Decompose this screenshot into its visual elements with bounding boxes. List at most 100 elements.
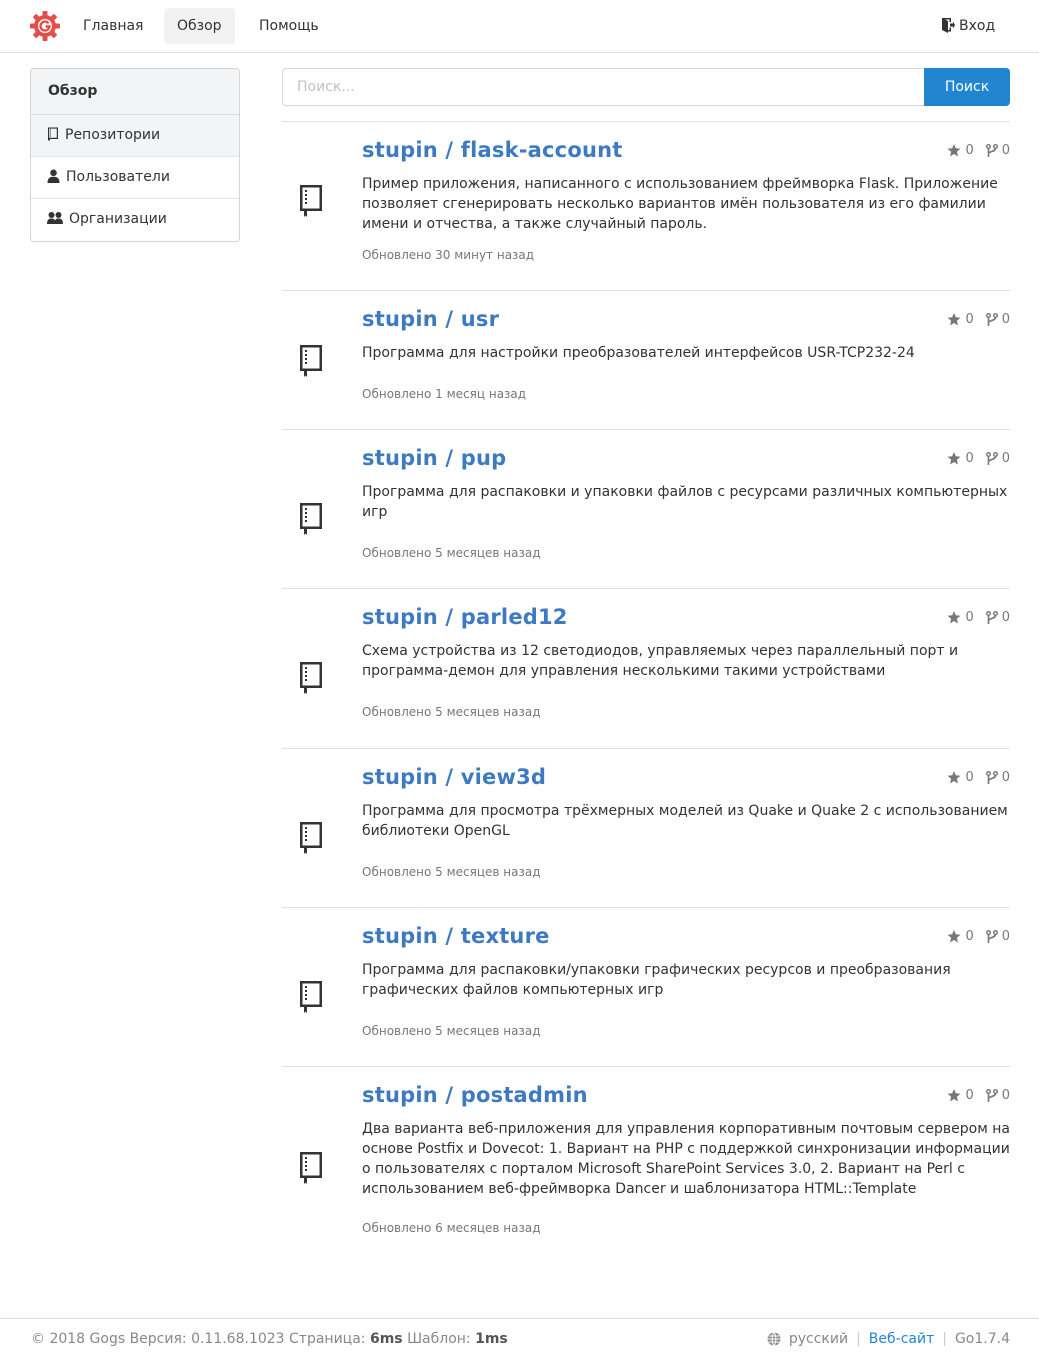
repo-forks: 0: [985, 143, 1010, 158]
footer-page-time: 6ms: [369, 1331, 403, 1347]
repo-name-link[interactable]: stupin / pup: [362, 446, 506, 470]
repo-description: Программа для распаковки/упаковки графич…: [362, 962, 951, 998]
repo-stats: 00: [947, 451, 1010, 466]
repo-list-item: stupin / texture 0 0 Программа для распаков…: [282, 907, 1010, 1066]
repo-list-item: stupin / flask-account 0 0 Пример приложени…: [282, 121, 1010, 290]
repo-stars: 0: [947, 929, 974, 944]
repo-stats: 00: [947, 1088, 1010, 1103]
repo-forks: 0: [985, 1088, 1010, 1103]
repo-list-item: stupin / usr 0 0 Программа для настройки пр…: [282, 290, 1010, 429]
nav-signin-label: Вход: [959, 18, 996, 34]
fork-icon: [985, 929, 998, 943]
language-selector[interactable]: русский: [789, 1331, 848, 1347]
repo-stars: 0: [947, 312, 974, 327]
star-icon: [947, 144, 961, 157]
footer-divider: |: [942, 1331, 947, 1347]
repo-forks: 0: [985, 451, 1010, 466]
repo-stats: 00: [947, 929, 1010, 944]
star-count: 0: [965, 1088, 974, 1103]
repo-description: Схема устройства из 12 светодиодов, упра…: [362, 643, 959, 679]
star-icon: [947, 771, 961, 784]
fork-count: 0: [1001, 451, 1010, 466]
repo-list-item: stupin / postadmin 0 0 Два варианта веб-при…: [282, 1066, 1010, 1242]
fork-count: 0: [1001, 312, 1010, 327]
star-count: 0: [965, 451, 974, 466]
sidebar-item-label: Пользователи: [66, 169, 170, 185]
fork-icon: [985, 451, 998, 465]
footer-copyright: © 2018 Gogs Версия: 0.11.68.1023 Страниц…: [31, 1331, 370, 1347]
repo-book-icon: [300, 662, 322, 694]
repo-forks: 0: [985, 770, 1010, 785]
nav-signin-link[interactable]: Вход: [928, 8, 1008, 44]
repo-forks: 0: [985, 610, 1010, 625]
fork-icon: [985, 610, 998, 624]
repo-name-link[interactable]: stupin / flask-account: [362, 138, 622, 162]
explore-sidebar: Обзор Репозитории Пользователи Организац…: [30, 68, 240, 242]
repo-list-item: stupin / parled12 0 0 Схема устройства из 1…: [282, 588, 1010, 748]
star-icon: [947, 611, 961, 624]
star-icon: [947, 1089, 961, 1102]
nav-home-link[interactable]: Главная: [70, 8, 156, 44]
fork-icon: [985, 143, 998, 157]
repo-name-link[interactable]: stupin / usr: [362, 307, 499, 331]
search-button[interactable]: Поиск: [924, 68, 1010, 106]
repo-forks: 0: [985, 929, 1010, 944]
repo-list-item: stupin / view3d 0 0 Программа для просмотра…: [282, 748, 1010, 907]
fork-count: 0: [1001, 143, 1010, 158]
sidebar-item-users[interactable]: Пользователи: [31, 157, 239, 199]
footer-template-time: 1ms: [475, 1331, 508, 1347]
repo-book-icon: [300, 1152, 322, 1184]
fork-icon: [985, 770, 998, 784]
sidebar-item-label: Организации: [69, 211, 167, 227]
fork-count: 0: [1001, 1088, 1010, 1103]
footer-links: русский | Веб-сайт | Go1.7.4: [767, 1331, 1010, 1347]
repo-updated-time: Обновлено 1 месяц назад: [362, 387, 527, 401]
repo-list: stupin / flask-account 0 0 Пример приложени…: [282, 121, 1010, 1242]
gogs-logo-icon[interactable]: [29, 10, 61, 42]
repo-stars: 0: [947, 770, 974, 785]
repo-updated-time: Обновлено 5 месяцев назад: [362, 705, 541, 719]
nav-explore-link[interactable]: Обзор: [164, 8, 235, 44]
star-count: 0: [965, 312, 974, 327]
repo-updated-time: Обновлено 5 месяцев назад: [362, 865, 541, 879]
website-link[interactable]: Веб-сайт: [869, 1331, 934, 1347]
repo-stats: 00: [947, 143, 1010, 158]
repo-description: Программа для распаковки и упаковки файл…: [362, 484, 1008, 520]
repo-book-icon: [300, 981, 322, 1013]
repo-description: Программа для настройки преобразователей…: [362, 345, 915, 361]
star-count: 0: [965, 143, 974, 158]
repo-name-link[interactable]: stupin / postadmin: [362, 1083, 588, 1107]
fork-count: 0: [1001, 929, 1010, 944]
repo-description: Пример приложения, написанного с использ…: [362, 176, 998, 232]
search-input[interactable]: [282, 68, 925, 106]
globe-icon: [767, 1332, 781, 1346]
repo-book-icon: [300, 185, 322, 217]
repo-updated-time: Обновлено 6 месяцев назад: [362, 1221, 541, 1235]
repo-name-link[interactable]: stupin / parled12: [362, 605, 568, 629]
fork-count: 0: [1001, 610, 1010, 625]
fork-count: 0: [1001, 770, 1010, 785]
star-icon: [947, 313, 961, 326]
footer-divider: |: [856, 1331, 861, 1347]
repo-name-link[interactable]: stupin / view3d: [362, 765, 546, 789]
repo-description: Программа для просмотра трёхмерных модел…: [362, 803, 1008, 839]
nav-help-link[interactable]: Помощь: [246, 8, 332, 44]
repo-stars: 0: [947, 610, 974, 625]
fork-icon: [985, 312, 998, 326]
repo-name-link[interactable]: stupin / texture: [362, 924, 550, 948]
repo-icon: [48, 127, 58, 141]
star-count: 0: [965, 610, 974, 625]
repo-stars: 0: [947, 451, 974, 466]
repo-list-item: stupin / pup 0 0 Программа для распаковки и…: [282, 429, 1010, 588]
sign-in-icon: [942, 18, 955, 33]
footer: © 2018 Gogs Версия: 0.11.68.1023 Страниц…: [0, 1318, 1039, 1358]
repo-stats: 00: [947, 610, 1010, 625]
fork-icon: [985, 1088, 998, 1102]
repo-book-icon: [300, 822, 322, 854]
sidebar-item-organizations[interactable]: Организации: [31, 199, 239, 241]
footer-info: © 2018 Gogs Версия: 0.11.68.1023 Страниц…: [31, 1331, 508, 1347]
sidebar-item-repositories[interactable]: Репозитории: [31, 115, 239, 157]
repo-stats: 00: [947, 312, 1010, 327]
sidebar-title: Обзор: [31, 69, 239, 115]
repo-stars: 0: [947, 143, 974, 158]
